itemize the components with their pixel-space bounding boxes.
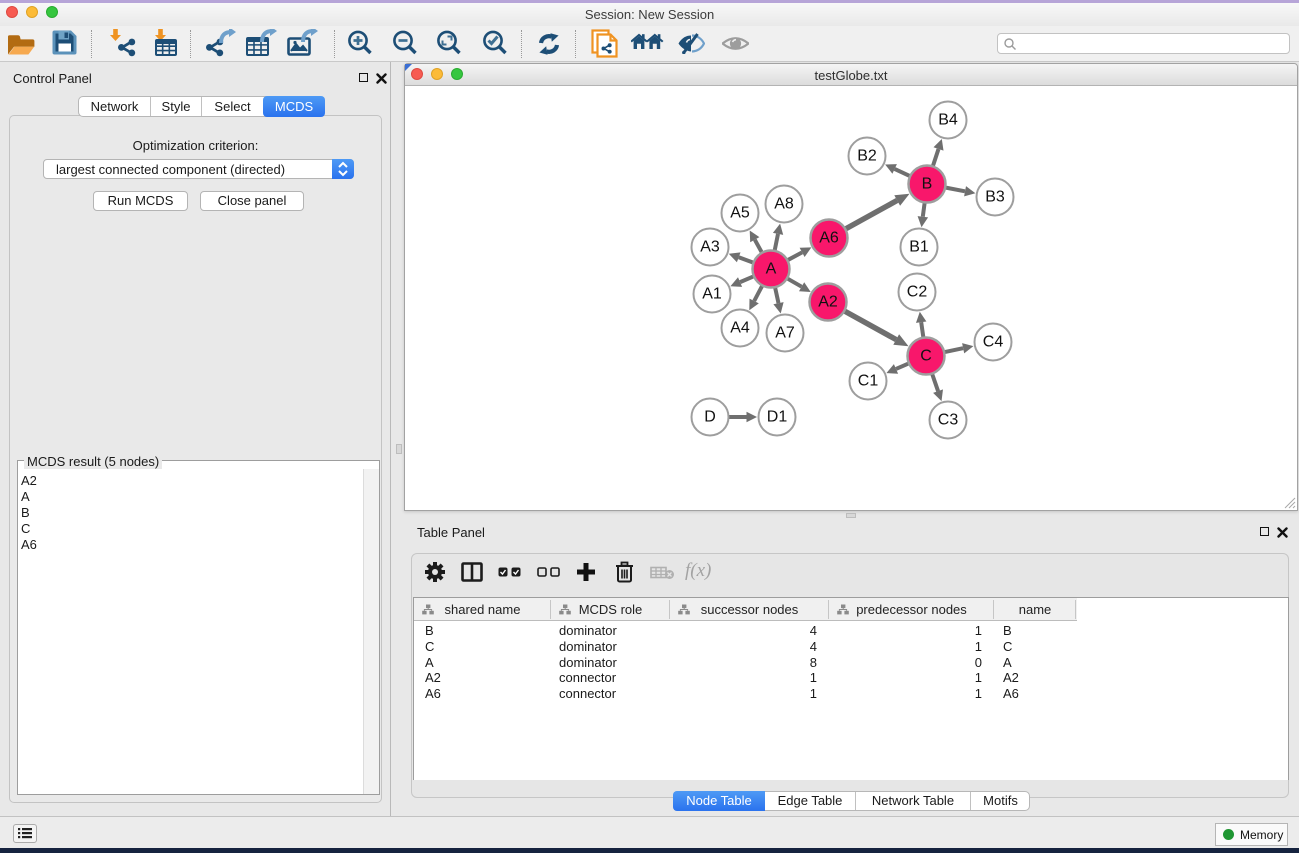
svg-text:C4: C4: [983, 334, 1004, 351]
svg-text:A7: A7: [775, 325, 795, 342]
svg-text:B1: B1: [909, 239, 929, 256]
svg-text:B4: B4: [938, 112, 958, 129]
svg-text:A1: A1: [702, 286, 722, 303]
svg-text:A4: A4: [730, 320, 750, 337]
svg-text:C1: C1: [858, 373, 879, 390]
svg-text:B3: B3: [985, 189, 1005, 206]
svg-text:A: A: [766, 261, 777, 278]
svg-text:C: C: [920, 348, 932, 365]
svg-text:A8: A8: [774, 196, 794, 213]
svg-text:D: D: [704, 409, 716, 426]
svg-text:A3: A3: [700, 239, 720, 256]
svg-text:B: B: [922, 176, 933, 193]
svg-text:A2: A2: [818, 294, 838, 311]
svg-text:A6: A6: [819, 230, 839, 247]
svg-text:B2: B2: [857, 148, 877, 165]
svg-text:D1: D1: [767, 409, 788, 426]
svg-text:C3: C3: [938, 412, 959, 429]
svg-text:A5: A5: [730, 205, 750, 222]
svg-text:C2: C2: [907, 284, 928, 301]
